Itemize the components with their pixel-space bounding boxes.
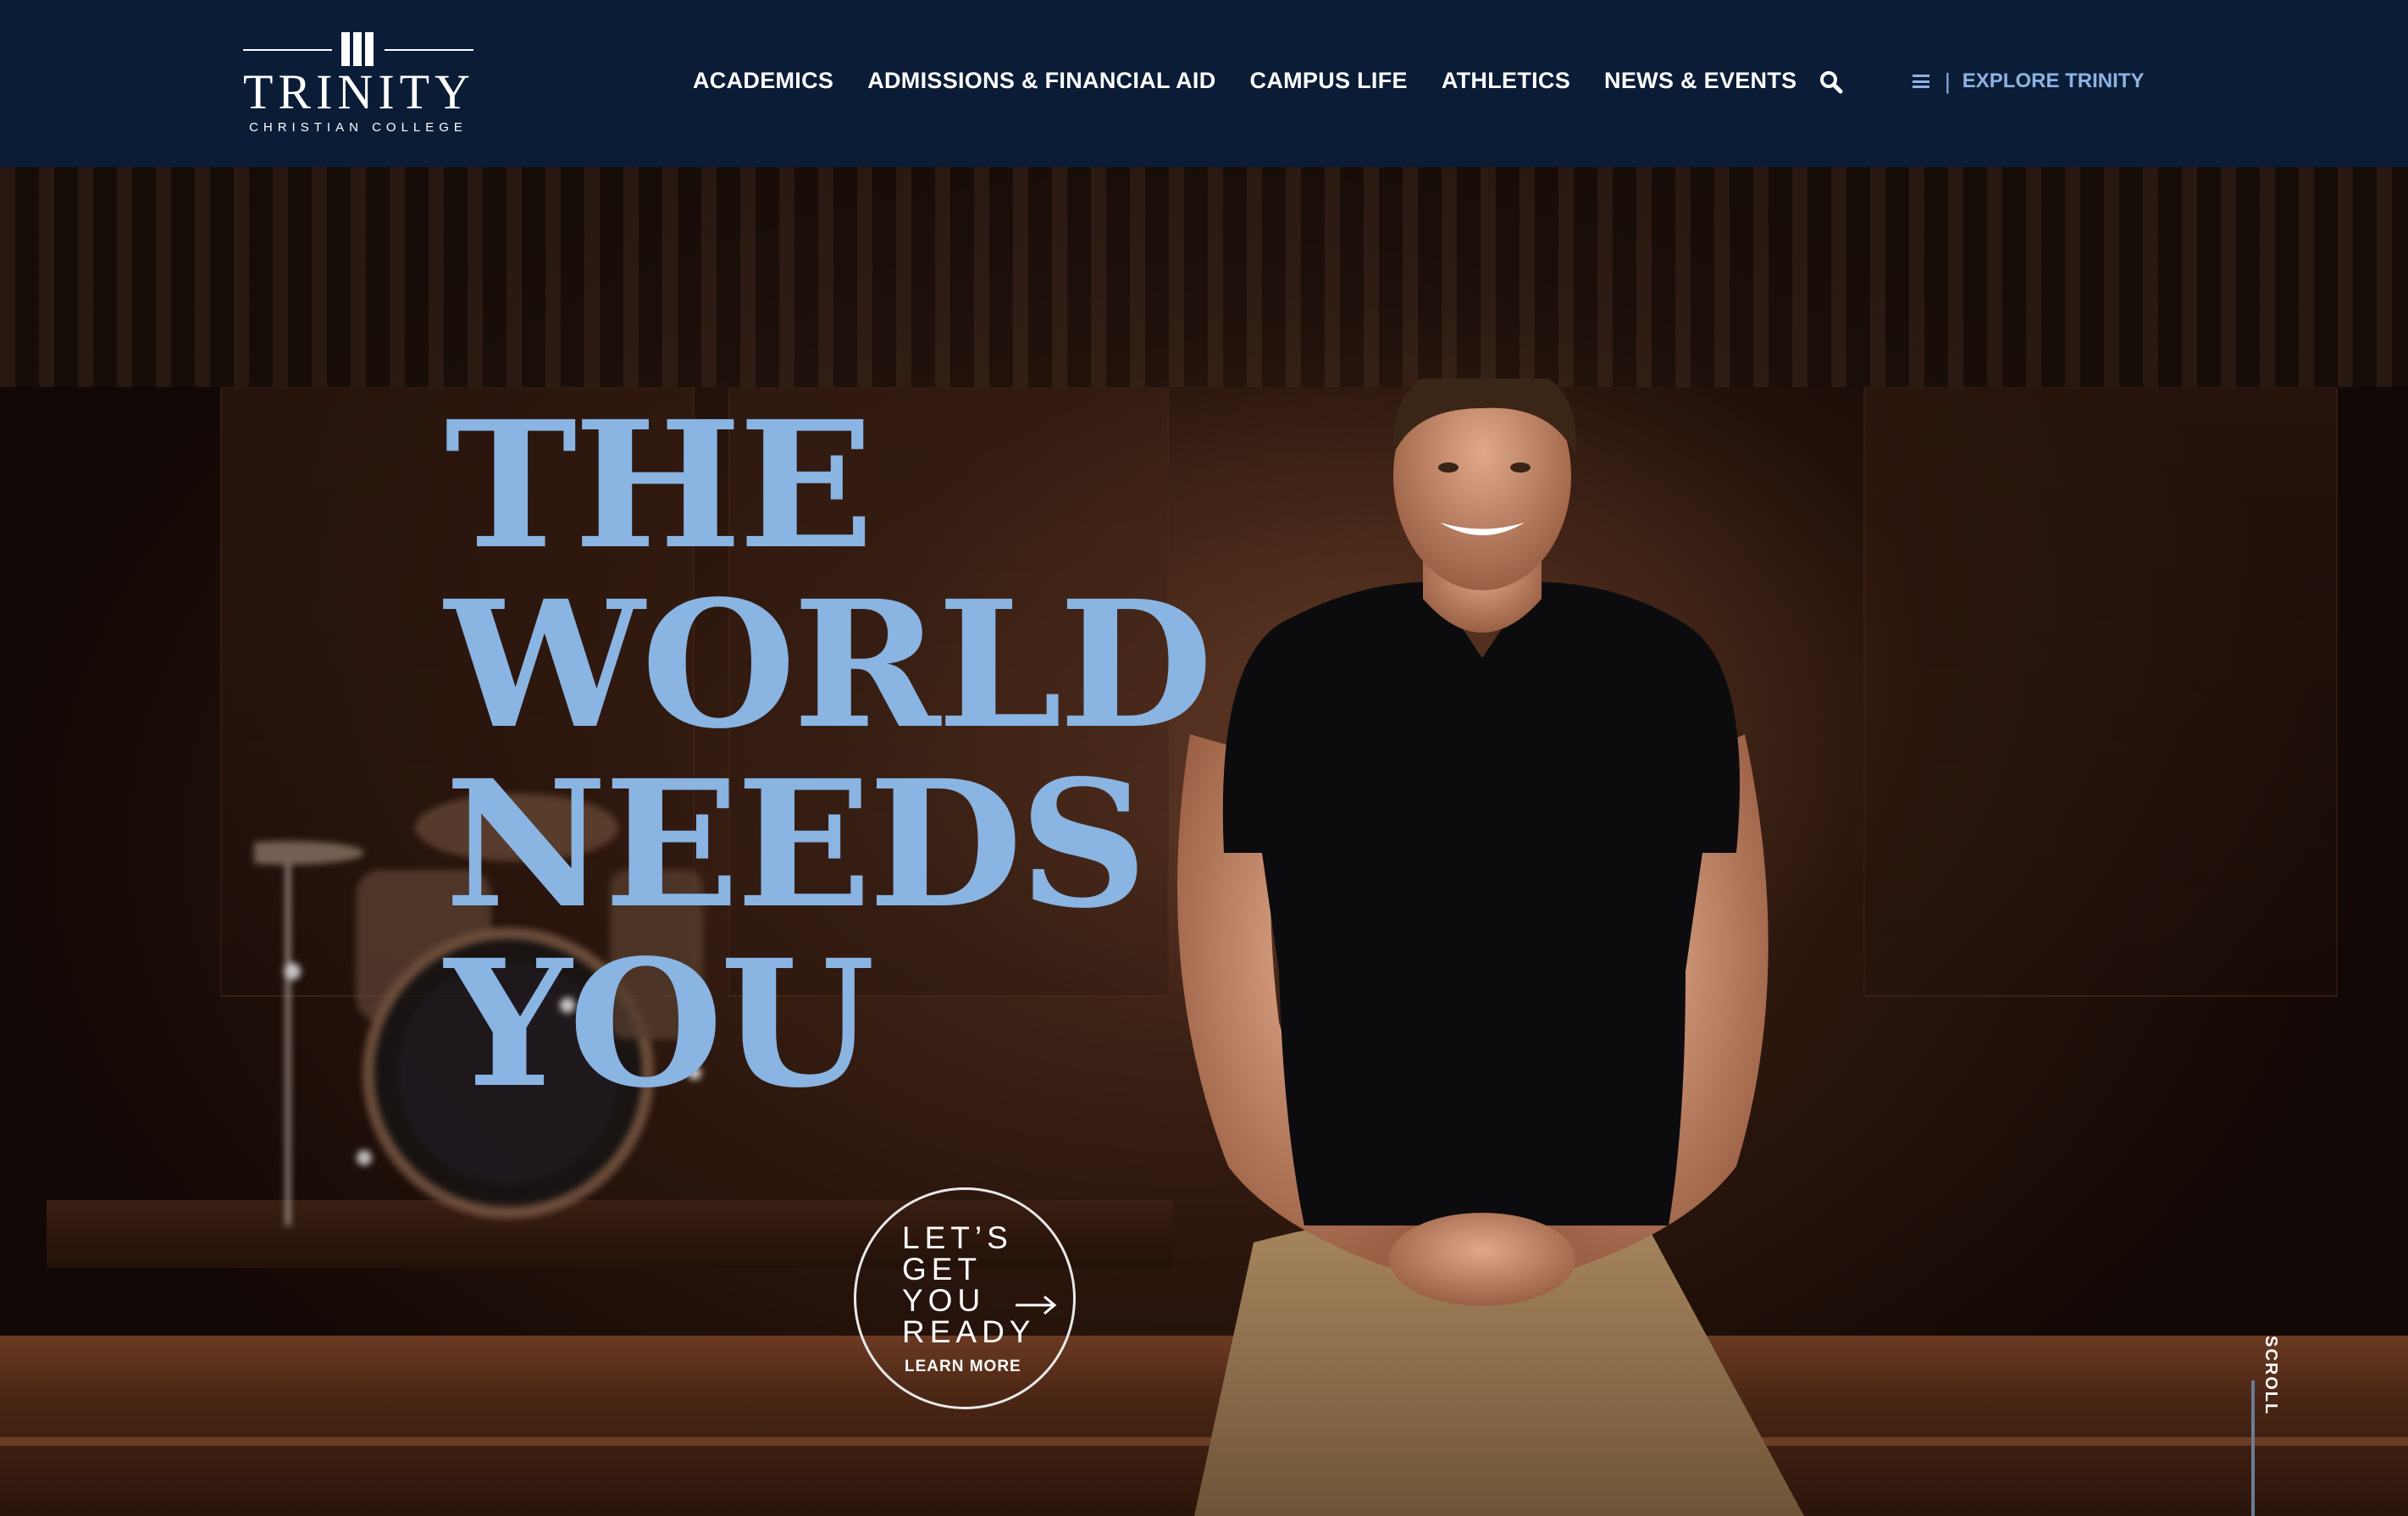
logo-subtitle: CHRISTIAN COLLEGE xyxy=(249,120,468,135)
cta-line-4: READY xyxy=(902,1314,1036,1349)
cta-text: LET’S GET YOU READY xyxy=(902,1222,1035,1347)
organ-pipes-background xyxy=(0,167,2408,387)
cta-line-2: GET xyxy=(902,1252,983,1286)
search-icon[interactable] xyxy=(1818,69,1844,95)
hero-section: THE WORLD NEEDS YOU LET’S GET YOU READY … xyxy=(0,167,2408,1516)
nav-athletics[interactable]: ATHLETICS xyxy=(1442,68,1570,94)
scroll-label[interactable]: SCROLL xyxy=(2261,1336,2280,1415)
wall-panel xyxy=(1863,387,2338,997)
scroll-indicator-line xyxy=(2251,1380,2255,1516)
nav-admissions-financial-aid[interactable]: ADMISSIONS & FINANCIAL AID xyxy=(867,68,1215,94)
logo-mark-icon xyxy=(341,32,375,66)
logo-rule-right xyxy=(385,49,473,51)
main-nav: ACADEMICS ADMISSIONS & FINANCIAL AID CAM… xyxy=(693,68,1796,94)
headline-line-4: YOU xyxy=(445,921,875,1126)
explore-trinity-button[interactable]: | EXPLORE TRINITY xyxy=(1913,69,2145,94)
headline-line-1: THE xyxy=(445,383,874,588)
explore-separator: | xyxy=(1945,69,1951,94)
nav-campus-life[interactable]: CAMPUS LIFE xyxy=(1250,68,1408,94)
hero-headline: THE WORLD NEEDS YOU xyxy=(445,383,1213,1126)
headline-line-2: WORLD xyxy=(445,562,1213,767)
nav-news-events[interactable]: NEWS & EVENTS xyxy=(1604,68,1796,94)
logo-rule-left xyxy=(243,49,332,51)
arrow-right-icon xyxy=(1016,1295,1057,1315)
logo-name: TRINITY xyxy=(243,64,475,119)
trinity-logo[interactable]: TRINITY CHRISTIAN COLLEGE xyxy=(243,32,473,137)
site-header: TRINITY CHRISTIAN COLLEGE ACADEMICS ADMI… xyxy=(0,0,2408,167)
cta-line-1: LET’S xyxy=(902,1220,1013,1255)
nav-academics[interactable]: ACADEMICS xyxy=(693,68,833,94)
headline-line-3: NEEDS xyxy=(445,742,1148,947)
learn-more-label: LEARN MORE xyxy=(905,1358,1021,1375)
hamburger-icon xyxy=(1913,75,1929,88)
lets-get-you-ready-button[interactable]: LET’S GET YOU READY LEARN MORE xyxy=(854,1187,1076,1409)
explore-label: EXPLORE TRINITY xyxy=(1962,69,2145,92)
